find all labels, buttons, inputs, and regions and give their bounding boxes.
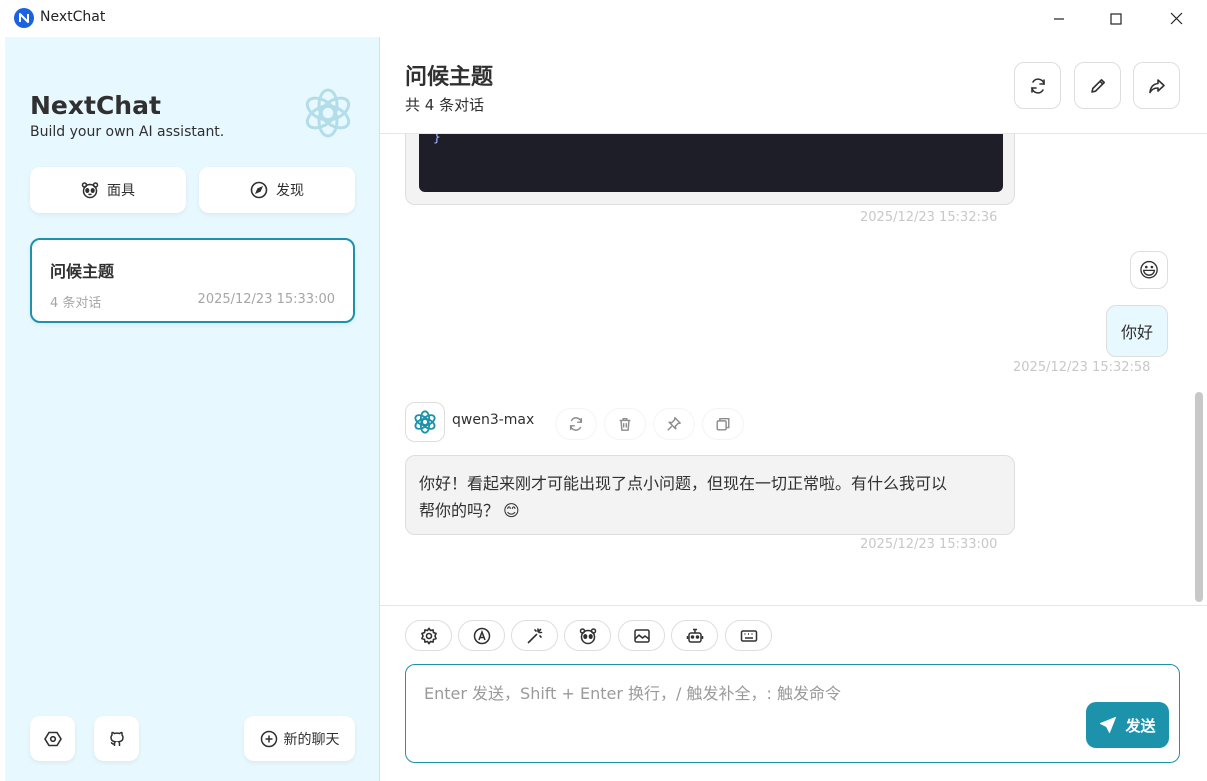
- keyboard-icon: [740, 629, 757, 642]
- minimize-button[interactable]: [1029, 0, 1089, 37]
- retry-icon: [569, 417, 583, 431]
- brand-title: NextChat: [30, 91, 161, 120]
- send-icon: [1100, 717, 1117, 733]
- message-input[interactable]: [406, 665, 1066, 721]
- sidebar: NextChat Build your own AI assistant. 面具…: [5, 37, 380, 781]
- send-button-label: 发送: [1125, 716, 1156, 735]
- bot-message-line-2: 帮你的吗？ 😊: [419, 497, 1001, 524]
- message-timestamp: 2025/12/23 15:32:36: [860, 210, 998, 225]
- message-input-box: 发送: [405, 664, 1180, 763]
- chat-header: 问候主题 共 4 条对话: [380, 37, 1207, 134]
- pin-button[interactable]: [653, 408, 695, 440]
- bot-message-code: } }: [405, 134, 1015, 205]
- chat-message-count: 共 4 条对话: [405, 96, 485, 114]
- compass-icon: [250, 181, 268, 199]
- chat-list-item[interactable]: 问候主题 4 条对话 2025/12/23 15:33:00: [30, 238, 355, 323]
- model-name: qwen3-max: [452, 412, 535, 428]
- upload-image-button[interactable]: [618, 620, 665, 651]
- smile-emoji: 😊: [503, 501, 520, 520]
- chat-title[interactable]: 问候主题: [405, 59, 493, 91]
- copy-icon: [716, 417, 730, 431]
- bot-avatar[interactable]: [405, 402, 445, 442]
- new-chat-button[interactable]: 新的聊天: [244, 716, 355, 761]
- message-timestamp: 2025/12/23 15:32:58: [1013, 360, 1151, 375]
- share-icon: [1148, 78, 1165, 93]
- minimize-icon: [1054, 17, 1064, 20]
- discover-button-label: 发现: [276, 183, 304, 199]
- settings-icon: [43, 731, 62, 746]
- settings-button[interactable]: [30, 716, 75, 761]
- bot-message: 你好！看起来刚才可能出现了点小问题，但现在一切正常啦。有什么我可以 帮你的吗？ 😊: [405, 455, 1015, 535]
- openai-logo-icon: [300, 85, 356, 141]
- github-button[interactable]: [94, 716, 139, 761]
- image-icon: [633, 628, 650, 643]
- delete-button[interactable]: [604, 408, 646, 440]
- send-button[interactable]: 发送: [1086, 702, 1169, 748]
- user-avatar[interactable]: 😃: [1130, 251, 1168, 289]
- robot-icon: [686, 628, 703, 643]
- refresh-title-button[interactable]: [1014, 62, 1061, 109]
- brand-subtitle: Build your own AI assistant.: [30, 124, 225, 140]
- chat-item-count: 4 条对话: [50, 296, 102, 311]
- user-message: 你好: [1106, 305, 1168, 357]
- mask-tool-button[interactable]: [564, 620, 611, 651]
- prompt-button[interactable]: [511, 620, 558, 651]
- composer: 发送: [380, 605, 1207, 781]
- plugin-button[interactable]: [671, 620, 718, 651]
- bot-message-text: 帮你的吗？: [419, 501, 500, 520]
- maximize-button[interactable]: [1086, 0, 1146, 37]
- mask-icon: [81, 182, 99, 199]
- code-line: }: [433, 134, 441, 145]
- copy-button[interactable]: [702, 408, 744, 440]
- maximize-icon: [1110, 12, 1122, 25]
- mask-button-label: 面具: [107, 183, 135, 199]
- shortcut-button[interactable]: [725, 620, 772, 651]
- settings-icon: [420, 626, 437, 645]
- new-chat-label: 新的聊天: [283, 731, 340, 748]
- discover-button[interactable]: 发现: [199, 167, 355, 213]
- mask-icon: [579, 627, 596, 644]
- pin-icon: [667, 417, 681, 431]
- close-button[interactable]: [1146, 0, 1206, 37]
- bot-message-line: 你好！看起来刚才可能出现了点小问题，但现在一切正常啦。有什么我可以: [419, 474, 948, 493]
- chat-item-time: 2025/12/23 15:33:00: [197, 292, 335, 307]
- translate-icon: [473, 627, 490, 644]
- reload-icon: [1030, 77, 1045, 94]
- chat-item-title: 问候主题: [50, 262, 115, 281]
- model-switch-button[interactable]: [458, 620, 505, 651]
- chat-panel: 问候主题 共 4 条对话 } } 2025/12/23 15:32:36 😃: [380, 37, 1207, 781]
- add-icon: [260, 730, 277, 747]
- message-timestamp: 2025/12/23 15:33:00: [860, 537, 998, 552]
- message-list: } } 2025/12/23 15:32:36 😃 你好 2025/12/23 …: [380, 134, 1207, 605]
- window-titlebar: NextChat: [0, 0, 1207, 37]
- code-block: } }: [419, 134, 1003, 192]
- mask-button[interactable]: 面具: [30, 167, 186, 213]
- edit-icon: [1090, 78, 1105, 93]
- delete-icon: [619, 417, 631, 431]
- scrollbar-thumb[interactable]: [1195, 392, 1203, 602]
- window-title: NextChat: [40, 9, 106, 25]
- chat-settings-button[interactable]: [405, 620, 452, 651]
- magic-wand-icon: [527, 627, 542, 643]
- share-button[interactable]: [1133, 62, 1180, 109]
- close-icon: [1170, 12, 1182, 25]
- retry-button[interactable]: [555, 408, 597, 440]
- nextchat-logo-icon: [14, 8, 34, 28]
- edit-title-button[interactable]: [1074, 62, 1121, 109]
- openai-logo-icon: [414, 410, 436, 434]
- github-icon: [109, 731, 124, 746]
